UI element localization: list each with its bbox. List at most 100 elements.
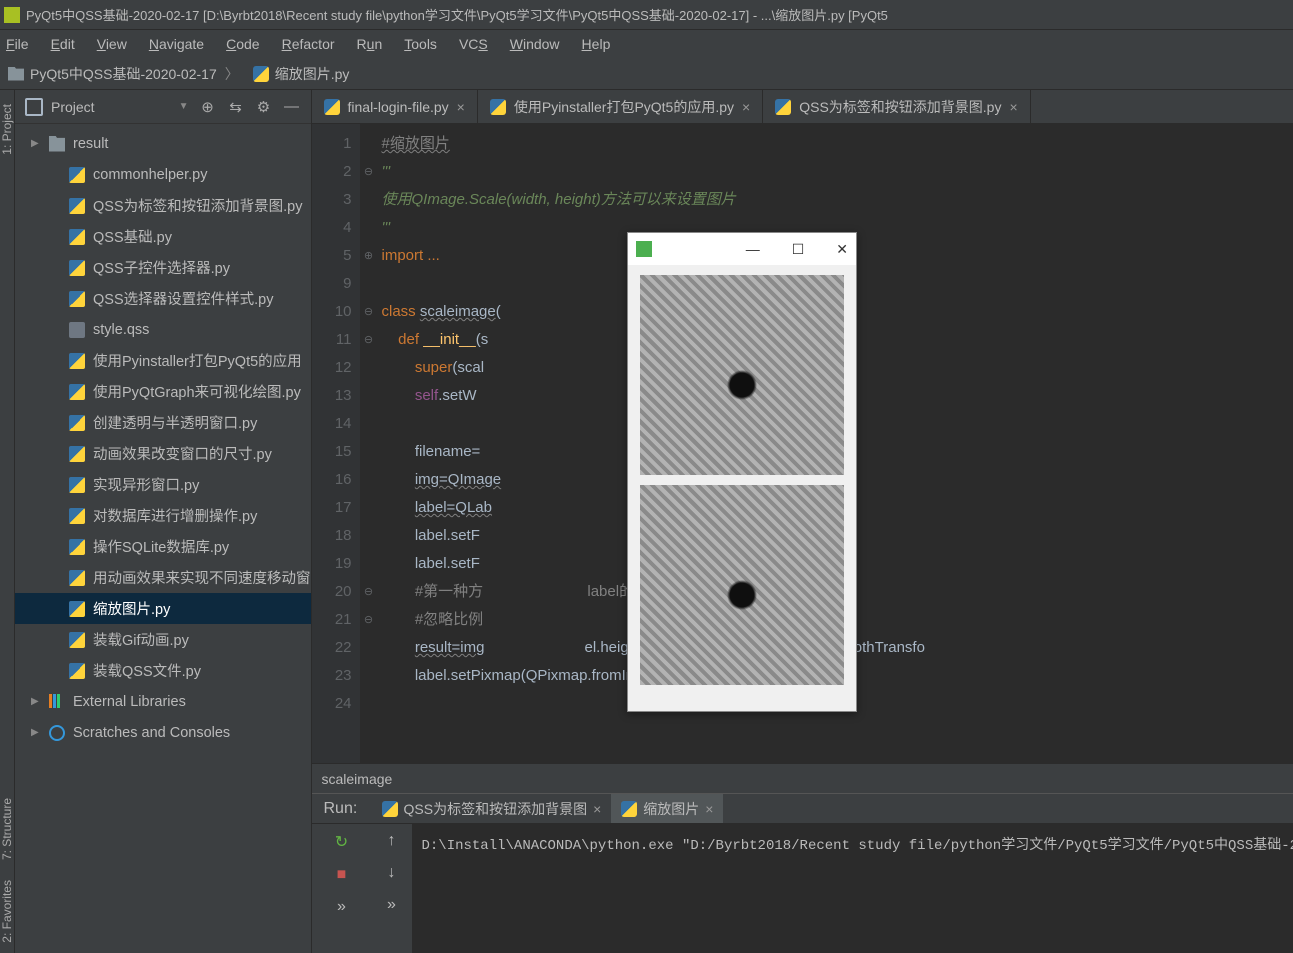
menu-window[interactable]: Window — [510, 36, 560, 52]
locate-icon[interactable]: ⊕ — [199, 98, 217, 116]
more-icon[interactable]: » — [387, 896, 396, 914]
python-icon — [253, 66, 269, 82]
menu-vcs[interactable]: VCS — [459, 36, 488, 52]
tree-ext_lib[interactable]: ▶External Libraries — [15, 686, 311, 717]
editor-breadcrumb[interactable]: scaleimage — [312, 763, 1293, 793]
breadcrumb-file[interactable]: 缩放图片.py — [275, 64, 350, 84]
file-label: commonhelper.py — [93, 167, 207, 183]
menu-navigate[interactable]: Navigate — [149, 36, 204, 52]
py-icon — [69, 508, 85, 524]
project-file-装载Gif动画.py[interactable]: 装载Gif动画.py — [15, 624, 311, 655]
maximize-icon[interactable]: ☐ — [792, 241, 805, 258]
minimize-icon[interactable]: — — [746, 241, 760, 257]
lib-icon — [49, 694, 65, 710]
file-label: 实现异形窗口.py — [93, 474, 199, 495]
project-file-缩放图片.py[interactable]: 缩放图片.py — [15, 593, 311, 624]
rerun-icon[interactable]: ↻ — [335, 832, 348, 852]
project-tree[interactable]: ▶result commonhelper.py QSS为标签和按钮添加背景图.py Q… — [15, 124, 311, 953]
project-file-QSS子控件选择器.py[interactable]: QSS子控件选择器.py — [15, 252, 311, 283]
fold-column[interactable]: ⊖ ⊕ ⊖⊖ ⊖⊖ — [360, 124, 378, 763]
python-icon — [490, 99, 506, 115]
project-file-result[interactable]: ▶result — [15, 128, 311, 159]
python-icon — [775, 99, 791, 115]
project-file-创建透明与半透明窗口.py[interactable]: 创建透明与半透明窗口.py — [15, 407, 311, 438]
close-icon[interactable]: × — [705, 801, 713, 817]
py-icon — [69, 353, 85, 369]
project-sidebar: Project ▼ ⊕ ⇆ ⚙ — ▶result commonhelper.py… — [15, 90, 312, 953]
run-panel: Run: QSS为标签和按钮添加背景图× 缩放图片× ↻ ■ » ↑ ↓ » — [312, 793, 1293, 953]
app-window-icon — [636, 241, 652, 257]
expander-icon[interactable]: ▶ — [31, 696, 43, 707]
menu-view[interactable]: View — [97, 36, 127, 52]
expander-icon[interactable]: ▶ — [31, 138, 43, 149]
menu-edit[interactable]: Edit — [51, 36, 75, 52]
editor-tab[interactable]: QSS为标签和按钮添加背景图.py× — [763, 90, 1030, 123]
run-tab[interactable]: 缩放图片× — [611, 794, 723, 823]
chevron-down-icon[interactable]: ▼ — [179, 101, 189, 112]
py-icon — [69, 198, 85, 214]
breadcrumb-folder[interactable]: PyQt5中QSS基础-2020-02-17 — [30, 64, 217, 84]
py-icon — [69, 415, 85, 431]
tree-scratches[interactable]: ▶Scratches and Consoles — [15, 717, 311, 748]
chevron-right-icon: 〉 — [225, 64, 239, 84]
stop-icon[interactable]: ■ — [337, 866, 347, 884]
left-tool-strip: 1: Project 7: Structure 2: Favorites — [0, 90, 15, 953]
project-file-style.qss[interactable]: style.qss — [15, 314, 311, 345]
menu-file[interactable]: File — [6, 36, 29, 52]
run-output[interactable]: D:\Install\ANACONDA\python.exe "D:/Byrbt… — [412, 824, 1293, 953]
py-icon — [69, 291, 85, 307]
run-label: Run: — [312, 800, 372, 818]
run-tab[interactable]: QSS为标签和按钮添加背景图× — [372, 794, 612, 823]
project-file-commonhelper.py[interactable]: commonhelper.py — [15, 159, 311, 190]
close-icon[interactable]: ✕ — [836, 241, 848, 258]
file-label: QSS基础.py — [93, 226, 172, 247]
file-label: 创建透明与半透明窗口.py — [93, 412, 257, 433]
close-icon[interactable]: × — [1009, 99, 1017, 115]
project-file-使用PyQtGraph来可视化绘图.py[interactable]: 使用PyQtGraph来可视化绘图.py — [15, 376, 311, 407]
breadcrumb-class: scaleimage — [322, 771, 393, 787]
file-label: QSS为标签和按钮添加背景图.py — [93, 195, 302, 216]
py-icon — [69, 539, 85, 555]
window-title: PyQt5中QSS基础-2020-02-17 [D:\Byrbt2018\Rec… — [26, 5, 888, 24]
project-file-使用Pyinstaller打包PyQt5的应用[interactable]: 使用Pyinstaller打包PyQt5的应用 — [15, 345, 311, 376]
left-tab-structure[interactable]: 7: Structure — [0, 798, 14, 860]
scaled-image-1 — [640, 275, 844, 475]
nav-breadcrumb: PyQt5中QSS基础-2020-02-17 〉 缩放图片.py — [0, 58, 1293, 90]
project-file-对数据库进行增删操作.py[interactable]: 对数据库进行增删操作.py — [15, 500, 311, 531]
file-label: 装载Gif动画.py — [93, 629, 189, 650]
expander-icon[interactable]: ▶ — [31, 727, 43, 738]
menu-help[interactable]: Help — [582, 36, 611, 52]
editor-tab[interactable]: 使用Pyinstaller打包PyQt5的应用.py× — [478, 90, 763, 123]
up-icon[interactable]: ↑ — [388, 832, 396, 850]
project-tool-header: Project ▼ ⊕ ⇆ ⚙ — — [15, 90, 311, 124]
project-file-用动画效果来实现不同速度移动窗[interactable]: 用动画效果来实现不同速度移动窗 — [15, 562, 311, 593]
project-file-QSS选择器设置控件样式.py[interactable]: QSS选择器设置控件样式.py — [15, 283, 311, 314]
close-icon[interactable]: × — [593, 801, 601, 817]
py-icon — [69, 446, 85, 462]
project-file-QSS为标签和按钮添加背景图.py[interactable]: QSS为标签和按钮添加背景图.py — [15, 190, 311, 221]
hide-icon[interactable]: — — [283, 98, 301, 116]
left-tab-project[interactable]: 1: Project — [0, 104, 14, 155]
project-file-动画效果改变窗口的尺寸.py[interactable]: 动画效果改变窗口的尺寸.py — [15, 438, 311, 469]
project-view-label[interactable]: Project — [51, 99, 173, 115]
menu-tools[interactable]: Tools — [404, 36, 437, 52]
gear-icon[interactable]: ⚙ — [255, 98, 273, 116]
left-tab-favorites[interactable]: 2: Favorites — [0, 880, 14, 943]
pyqt-app-window[interactable]: — ☐ ✕ — [627, 232, 857, 712]
editor-tab[interactable]: final-login-file.py× — [312, 90, 478, 123]
project-file-操作SQLite数据库.py[interactable]: 操作SQLite数据库.py — [15, 531, 311, 562]
menu-code[interactable]: Code — [226, 36, 259, 52]
project-file-QSS基础.py[interactable]: QSS基础.py — [15, 221, 311, 252]
close-icon[interactable]: × — [457, 99, 465, 115]
py-icon — [69, 260, 85, 276]
menu-refactor[interactable]: Refactor — [282, 36, 335, 52]
more-icon[interactable]: » — [337, 898, 346, 916]
project-file-装载QSS文件.py[interactable]: 装载QSS文件.py — [15, 655, 311, 686]
py-icon — [69, 229, 85, 245]
down-icon[interactable]: ↓ — [388, 864, 396, 882]
project-file-实现异形窗口.py[interactable]: 实现异形窗口.py — [15, 469, 311, 500]
file-label: 使用Pyinstaller打包PyQt5的应用 — [93, 350, 302, 371]
close-icon[interactable]: × — [742, 99, 750, 115]
collapse-icon[interactable]: ⇆ — [227, 98, 245, 116]
menu-run[interactable]: Run — [357, 36, 383, 52]
